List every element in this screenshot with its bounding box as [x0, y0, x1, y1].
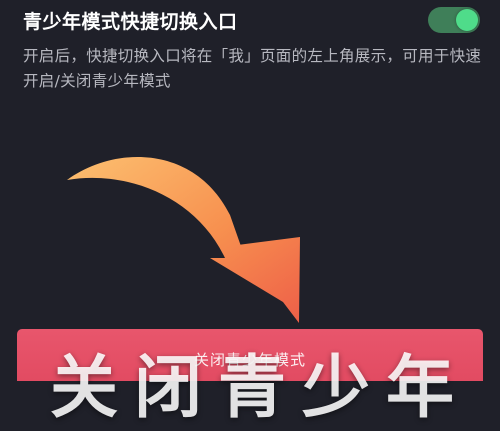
close-teen-mode-button[interactable]: 关闭青少年模式: [17, 329, 483, 381]
setting-description: 开启后，快捷切换入口将在「我」页面的左上角展示，可用于快速开启/关闭青少年模式: [23, 47, 482, 90]
teen-mode-shortcut-setting: 青少年模式快捷切换入口: [23, 4, 483, 34]
toggle-knob: [456, 9, 478, 31]
setting-title: 青少年模式快捷切换入口: [23, 11, 238, 33]
close-teen-mode-label: 关闭青少年模式: [193, 351, 306, 369]
curved-arrow-icon: [55, 140, 335, 340]
teen-mode-shortcut-toggle[interactable]: [428, 7, 480, 33]
